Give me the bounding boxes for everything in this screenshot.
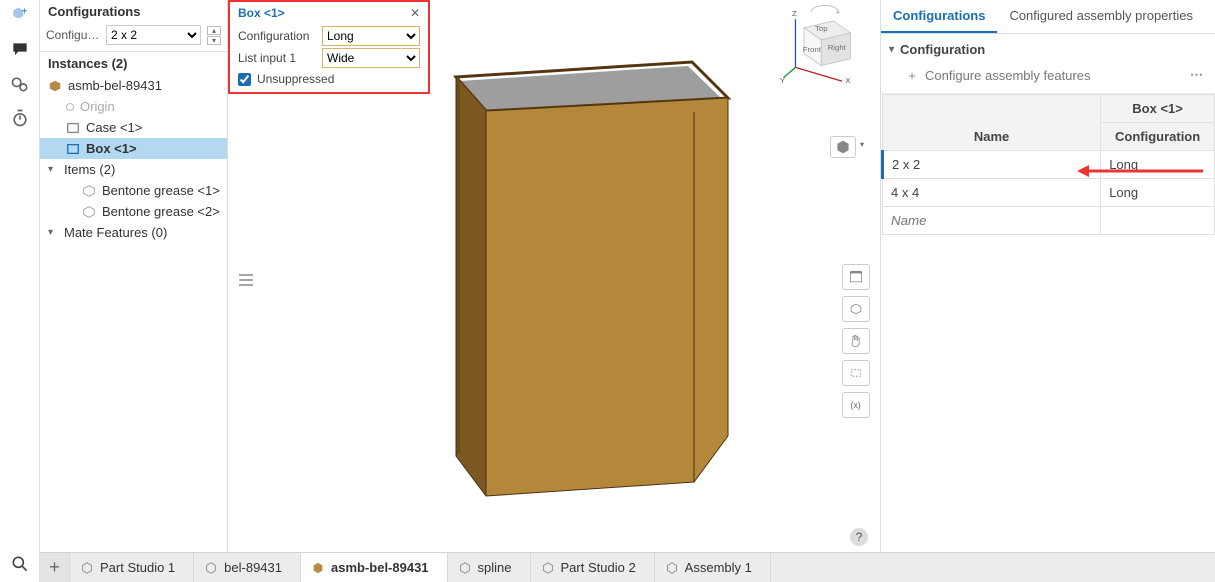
config-step-down[interactable]: ▾	[207, 36, 221, 45]
svg-text:+: +	[21, 6, 27, 17]
row-name: 4 x 4	[883, 179, 1101, 207]
3d-canvas[interactable]: Box <1> ✕ Configuration Long List input …	[228, 0, 880, 552]
tree-case[interactable]: Case <1>	[40, 117, 227, 138]
search-icon[interactable]	[8, 552, 32, 576]
tree-item-grease1[interactable]: Bentone grease <1>	[40, 180, 227, 201]
tree-origin[interactable]: Origin	[40, 96, 227, 117]
row-config: Long	[1101, 179, 1215, 207]
tree-root[interactable]: asmb-bel-89431	[40, 75, 227, 96]
doc-tab-partstudio2[interactable]: Part Studio 2	[531, 553, 655, 582]
zoom-fit-icon[interactable]	[842, 360, 870, 386]
table-row[interactable]: 4 x 4 Long	[883, 179, 1215, 207]
unsuppressed-label: Unsuppressed	[257, 72, 334, 86]
table-row-new[interactable]	[883, 207, 1215, 235]
doc-tab-partstudio1[interactable]: Part Studio 1	[70, 553, 194, 582]
tab-configured-props[interactable]: Configured assembly properties	[997, 0, 1205, 33]
popup-config-label: Configuration	[238, 29, 316, 43]
tree-mates-group[interactable]: ▾ Mate Features (0)	[40, 222, 227, 243]
svg-text:Front: Front	[803, 45, 822, 54]
document-tab-bar: + Part Studio 1 bel-89431 asmb-bel-89431…	[40, 552, 1215, 582]
configuration-select[interactable]: 2 x 2	[106, 25, 201, 45]
popup-title: Box <1>	[238, 6, 285, 20]
configuration-section-header[interactable]: ▸ Configuration	[881, 34, 1215, 63]
tree-grease1-label: Bentone grease <1>	[102, 183, 220, 198]
svg-text:Y: Y	[780, 76, 785, 85]
comments-icon[interactable]	[8, 38, 32, 62]
add-feature-icon[interactable]: +	[905, 68, 919, 83]
row-name: 2 x 2	[883, 151, 1101, 179]
more-options-icon[interactable]: ⋯	[1190, 67, 1205, 83]
tree-item-grease2[interactable]: Bentone grease <2>	[40, 201, 227, 222]
variables-icon[interactable]: (x)	[842, 392, 870, 418]
svg-text:X: X	[845, 76, 850, 85]
tree-mates-label: Mate Features (0)	[64, 225, 167, 240]
tree-items-label: Items (2)	[64, 162, 115, 177]
configure-features-label[interactable]: Configure assembly features	[925, 68, 1090, 83]
display-style-caret[interactable]: ▾	[860, 140, 864, 149]
row-config: Long	[1101, 151, 1215, 179]
isometric-icon[interactable]	[842, 296, 870, 322]
svg-text:Right: Right	[828, 43, 847, 52]
feature-tree-panel: Configurations Configurati... 2 x 2 ▴ ▾ …	[40, 0, 228, 552]
svg-text:Top: Top	[815, 24, 827, 33]
tree-items-group[interactable]: ▾ Items (2)	[40, 159, 227, 180]
table-row[interactable]: 2 x 2 Long	[883, 151, 1215, 179]
svg-text:(x): (x)	[850, 400, 860, 410]
configuration-table: Name Box <1> Configuration 2 x 2 Long 4 …	[881, 94, 1215, 235]
tab-configurations[interactable]: Configurations	[881, 0, 997, 33]
view-cube[interactable]: Top Front Right Z X Y	[780, 2, 866, 88]
add-part-icon[interactable]: +	[8, 4, 32, 28]
gear-pair-icon[interactable]	[8, 72, 32, 96]
unsuppressed-checkbox[interactable]	[238, 73, 251, 86]
close-icon[interactable]: ✕	[410, 6, 420, 20]
col-box-header: Box <1>	[1101, 95, 1215, 123]
configurations-panel: Configurations Configured assembly prope…	[880, 0, 1215, 552]
view-toolbar: (x)	[842, 264, 870, 418]
section-view-icon[interactable]	[842, 264, 870, 290]
add-tab-button[interactable]: +	[40, 553, 70, 582]
instances-header: Instances (2)	[40, 51, 227, 75]
svg-text:Z: Z	[792, 9, 797, 18]
doc-tab-bel[interactable]: bel-89431	[194, 553, 301, 582]
left-rail: +	[0, 0, 40, 582]
box-config-popup: Box <1> ✕ Configuration Long List input …	[228, 0, 430, 94]
popup-list-select[interactable]: Wide	[322, 48, 420, 68]
configurations-header: Configurations	[40, 0, 227, 23]
tree-box-label: Box <1>	[86, 141, 137, 156]
new-row-name-input[interactable]	[883, 207, 1100, 234]
popup-config-select[interactable]: Long	[322, 26, 420, 46]
display-style-button[interactable]	[830, 136, 856, 158]
tree-box[interactable]: Box <1>	[40, 138, 227, 159]
doc-tab-spline[interactable]: spline	[448, 553, 531, 582]
stopwatch-icon[interactable]	[8, 106, 32, 130]
config-step-up[interactable]: ▴	[207, 26, 221, 35]
help-icon[interactable]: ?	[850, 528, 868, 546]
col-config-header: Configuration	[1101, 123, 1215, 151]
tree-grease2-label: Bentone grease <2>	[102, 204, 220, 219]
col-name-header: Name	[883, 95, 1101, 151]
doc-tab-assembly1[interactable]: Assembly 1	[655, 553, 771, 582]
configuration-label: Configurati...	[46, 28, 102, 42]
tree-case-label: Case <1>	[86, 120, 142, 135]
popup-list-label: List input 1	[238, 51, 316, 65]
tree-root-label: asmb-bel-89431	[68, 78, 162, 93]
hand-tool-icon[interactable]	[842, 328, 870, 354]
tree-origin-label: Origin	[80, 99, 115, 114]
doc-tab-asmb-bel[interactable]: asmb-bel-89431	[301, 553, 448, 582]
list-view-icon[interactable]	[236, 270, 256, 290]
